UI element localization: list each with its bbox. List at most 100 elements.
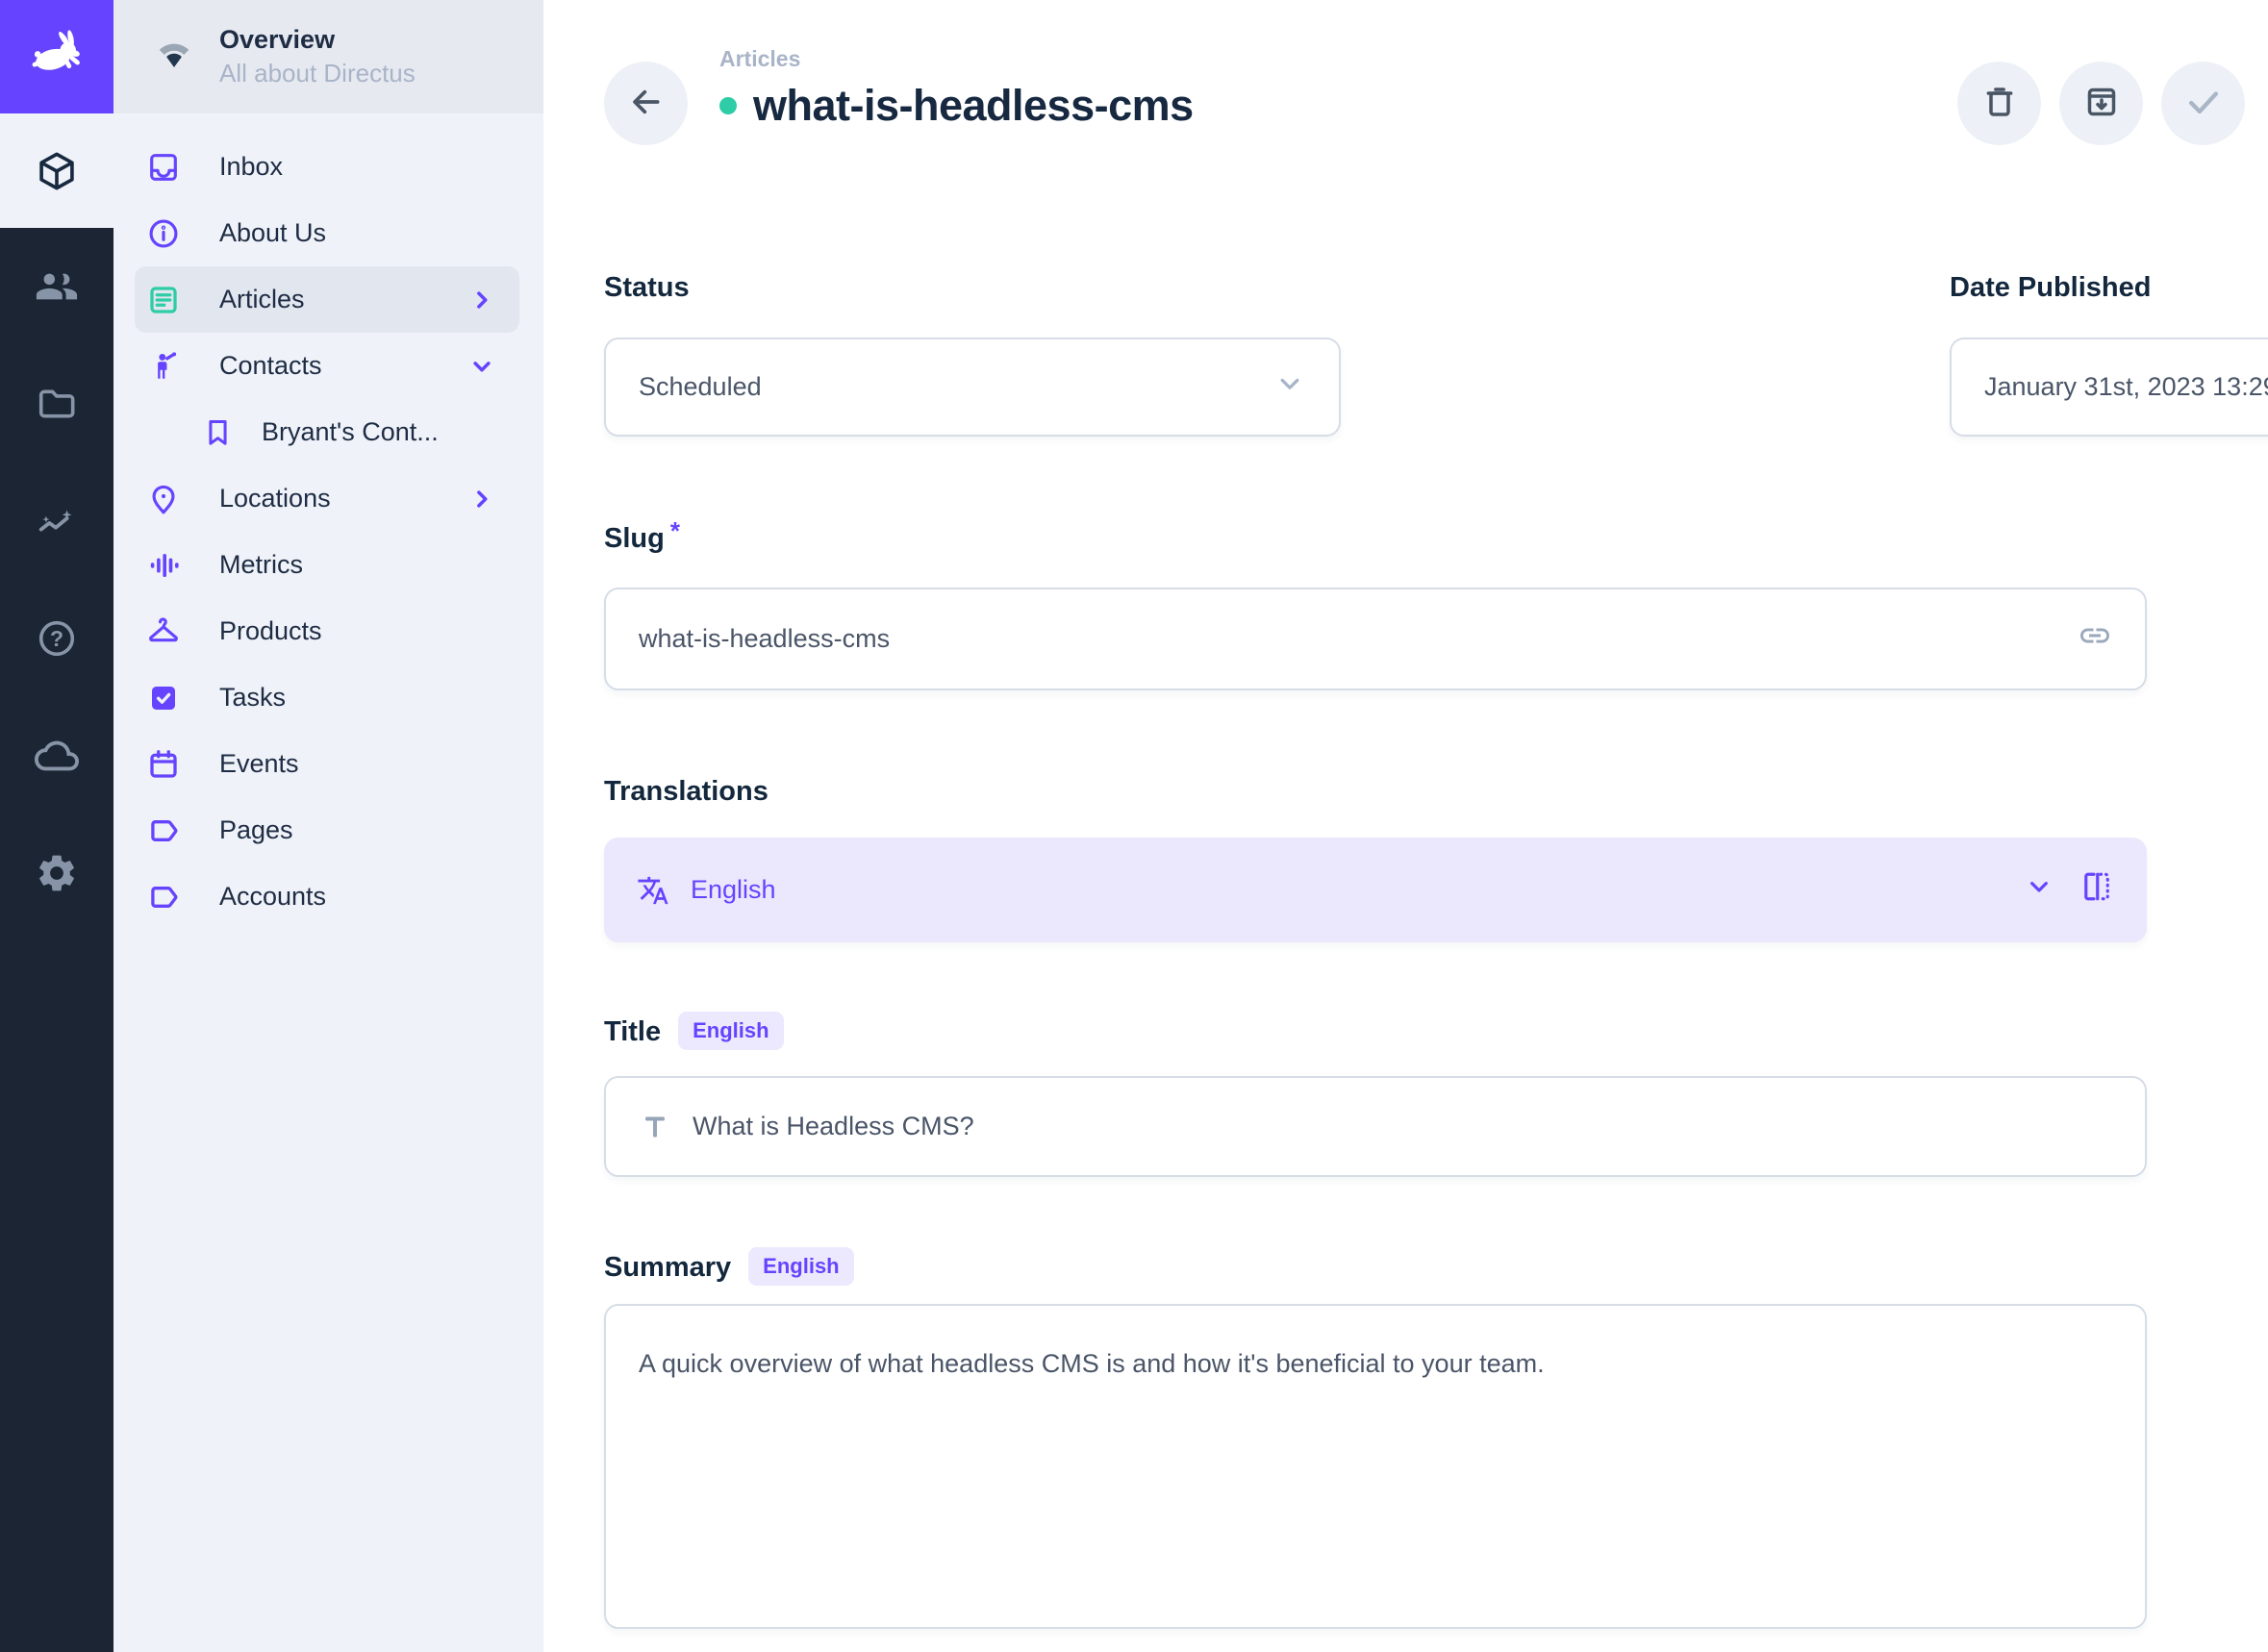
inbox-icon bbox=[146, 150, 181, 185]
title-value: What is Headless CMS? bbox=[693, 1112, 2112, 1141]
equalizer-icon bbox=[146, 548, 181, 583]
sidebar-item-label: Pages bbox=[219, 815, 293, 845]
main-content: Articles what-is-headless-cms bbox=[543, 0, 2268, 1652]
summary-textarea[interactable]: A quick overview of what headless CMS is… bbox=[604, 1304, 2147, 1629]
sidebar-item-locations[interactable]: Locations bbox=[135, 465, 519, 532]
check-icon bbox=[2182, 81, 2225, 126]
title-row: what-is-headless-cms bbox=[719, 81, 1194, 131]
trash-icon bbox=[1980, 83, 2019, 124]
link-icon bbox=[2078, 618, 2112, 660]
folder-icon bbox=[35, 382, 79, 426]
tag-icon bbox=[146, 813, 181, 848]
module-file-library[interactable] bbox=[0, 345, 113, 463]
split-view-icon[interactable] bbox=[2079, 869, 2114, 911]
sidebar-item-pages[interactable]: Pages bbox=[135, 797, 519, 864]
chevron-down-icon[interactable] bbox=[2024, 871, 2054, 909]
hanger-icon bbox=[146, 614, 181, 649]
slug-label: Slug * bbox=[604, 523, 680, 555]
language-badge: English bbox=[678, 1012, 783, 1050]
module-cloud[interactable] bbox=[0, 697, 113, 814]
module-content[interactable] bbox=[0, 113, 113, 228]
sidebar-item-tasks[interactable]: Tasks bbox=[135, 664, 519, 731]
directus-logo[interactable] bbox=[0, 0, 113, 113]
status-select[interactable]: Scheduled bbox=[604, 338, 1341, 437]
title-input[interactable]: What is Headless CMS? bbox=[604, 1076, 2147, 1177]
project-title: Overview bbox=[219, 25, 416, 55]
breadcrumb[interactable]: Articles bbox=[719, 46, 800, 72]
date-published-label: Date Published bbox=[1950, 272, 2152, 304]
module-insights[interactable] bbox=[0, 463, 113, 580]
calendar-icon bbox=[146, 747, 181, 782]
nav-list: Inbox About Us bbox=[113, 134, 543, 930]
sidebar-item-events[interactable]: Events bbox=[135, 731, 519, 797]
save-button[interactable] bbox=[2161, 62, 2245, 145]
help-icon: ? bbox=[35, 616, 79, 661]
sidebar-item-label: Articles bbox=[219, 285, 305, 314]
directus-rabbit-icon bbox=[25, 23, 88, 91]
sidebar-item-label: Events bbox=[219, 749, 299, 779]
chevron-right-icon bbox=[467, 286, 496, 314]
sidebar-item-articles[interactable]: Articles bbox=[135, 266, 519, 333]
task-icon bbox=[146, 681, 181, 715]
project-header[interactable]: Overview All about Directus bbox=[113, 0, 543, 113]
module-help[interactable]: ? bbox=[0, 580, 113, 697]
translate-icon bbox=[637, 874, 669, 907]
page-title: what-is-headless-cms bbox=[753, 81, 1194, 131]
tag-icon bbox=[146, 880, 181, 914]
sidebar-item-inbox[interactable]: Inbox bbox=[135, 134, 519, 200]
info-icon bbox=[146, 216, 181, 251]
sidebar-item-accounts[interactable]: Accounts bbox=[135, 864, 519, 930]
module-user-directory[interactable] bbox=[0, 228, 113, 345]
bookmark-icon bbox=[200, 416, 235, 448]
sidebar-item-label: Inbox bbox=[219, 152, 283, 182]
chevron-right-icon bbox=[467, 485, 496, 513]
sidebar-item-label: Contacts bbox=[219, 351, 322, 381]
nav-sidebar: Overview All about Directus Inbox bbox=[113, 0, 543, 1652]
archive-button[interactable] bbox=[2059, 62, 2143, 145]
arrow-left-icon bbox=[627, 83, 666, 124]
module-settings[interactable] bbox=[0, 814, 113, 932]
pin-icon bbox=[146, 482, 181, 516]
cloud-icon bbox=[35, 734, 79, 778]
svg-text:?: ? bbox=[50, 626, 63, 651]
person-icon bbox=[146, 349, 181, 384]
sidebar-item-label: About Us bbox=[219, 218, 326, 248]
slug-value: what-is-headless-cms bbox=[639, 624, 2078, 654]
people-icon bbox=[35, 264, 79, 309]
translations-label: Translations bbox=[604, 776, 769, 808]
translations-select[interactable]: English bbox=[604, 838, 2147, 942]
status-label: Status bbox=[604, 272, 690, 304]
sidebar-item-products[interactable]: Products bbox=[135, 598, 519, 664]
sidebar-item-label: Locations bbox=[219, 484, 331, 513]
sidebar-item-bryants-contacts[interactable]: Bryant's Cont... bbox=[135, 399, 519, 465]
text-title-icon bbox=[639, 1111, 671, 1143]
chevron-down-icon bbox=[1273, 367, 1306, 407]
slug-input[interactable]: what-is-headless-cms bbox=[604, 588, 2147, 690]
chevron-down-icon bbox=[467, 352, 496, 381]
sidebar-item-about-us[interactable]: About Us bbox=[135, 200, 519, 266]
language-badge: English bbox=[748, 1247, 853, 1286]
required-marker: * bbox=[670, 516, 680, 546]
sidebar-item-label: Tasks bbox=[219, 683, 286, 713]
box-icon bbox=[35, 149, 79, 193]
project-subtitle: All about Directus bbox=[219, 59, 416, 88]
sidebar-item-contacts[interactable]: Contacts bbox=[135, 333, 519, 399]
sidebar-item-metrics[interactable]: Metrics bbox=[135, 532, 519, 598]
insights-icon bbox=[35, 499, 79, 543]
delete-button[interactable] bbox=[1957, 62, 2041, 145]
project-titles: Overview All about Directus bbox=[219, 25, 416, 88]
sidebar-item-label: Products bbox=[219, 616, 322, 646]
translations-value: English bbox=[691, 875, 2024, 905]
status-value: Scheduled bbox=[639, 372, 1273, 402]
archive-icon bbox=[2082, 83, 2121, 124]
article-icon bbox=[146, 283, 181, 317]
date-published-value: January 31st, 2023 13:29 bbox=[1984, 372, 2268, 402]
summary-label: Summary English bbox=[604, 1248, 854, 1287]
sidebar-item-label: Accounts bbox=[219, 882, 326, 912]
date-published-input[interactable]: January 31st, 2023 13:29 bbox=[1950, 338, 2268, 437]
gear-icon bbox=[35, 851, 79, 895]
sidebar-item-label: Metrics bbox=[219, 550, 303, 580]
status-dot bbox=[719, 97, 737, 114]
summary-value: A quick overview of what headless CMS is… bbox=[639, 1346, 1545, 1381]
back-button[interactable] bbox=[604, 62, 688, 145]
